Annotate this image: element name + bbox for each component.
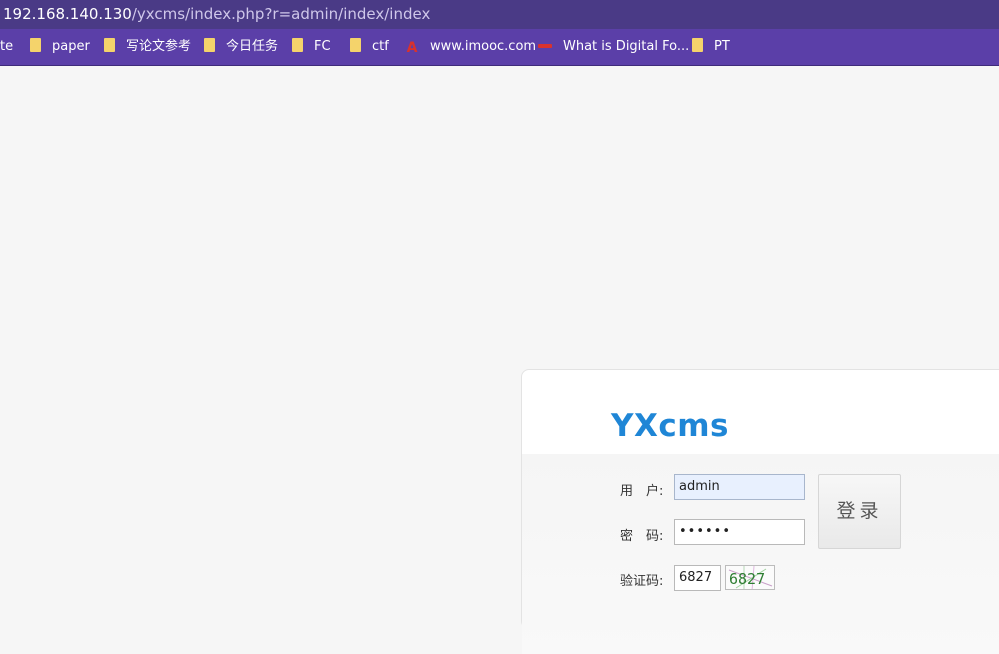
bookmark-today-tasks[interactable]: 今日任务: [204, 29, 278, 65]
captcha-image[interactable]: 6827: [725, 565, 775, 590]
bookmark-paper[interactable]: paper: [30, 29, 90, 65]
folder-icon: [692, 38, 703, 52]
bookmark-label: ctf: [372, 39, 389, 54]
url-path: /yxcms/index.php?r=admin/index/index: [131, 5, 431, 23]
bookmark-imooc[interactable]: Awww.imooc.com: [405, 29, 537, 65]
bookmark-writing-refs[interactable]: 写论文参考: [104, 29, 191, 65]
bookmark-label: PT: [714, 39, 730, 54]
username-label: 用 户:: [620, 484, 664, 499]
captcha-label: 验证码:: [620, 574, 664, 589]
folder-icon: [30, 38, 41, 52]
bookmark-label: www.imooc.com: [430, 39, 537, 54]
address-bar[interactable]: 192.168.140.130/yxcms/index.php?r=admin/…: [0, 0, 999, 29]
password-input[interactable]: ••••••: [674, 519, 805, 545]
bookmark-pt[interactable]: PT: [692, 29, 730, 65]
folder-icon: [204, 38, 215, 52]
bookmark-fc[interactable]: FC: [292, 29, 331, 65]
folder-icon: [104, 38, 115, 52]
bookmark-label: 写论文参考: [126, 39, 192, 54]
bookmarks-bar: te paper 写论文参考 今日任务 FC ctf Awww.imooc.co…: [0, 29, 999, 66]
bookmark-te[interactable]: te: [0, 29, 13, 65]
bookmark-label: FC: [314, 39, 331, 54]
login-button[interactable]: 登录: [818, 474, 901, 549]
site-icon: [538, 44, 552, 48]
yxcms-logo: YXcms: [611, 408, 729, 444]
password-label: 密 码:: [620, 529, 664, 544]
username-input[interactable]: admin: [674, 474, 805, 500]
captcha-input[interactable]: 6827: [674, 565, 721, 591]
url-host: 192.168.140.130: [3, 5, 132, 23]
captcha-graphic: 6827: [728, 566, 773, 589]
bookmark-label: te: [0, 39, 14, 54]
bookmark-ctf[interactable]: ctf: [350, 29, 389, 65]
folder-icon: [350, 38, 361, 52]
bookmark-digital-fo[interactable]: What is Digital Fo...: [538, 29, 689, 65]
folder-icon: [292, 38, 303, 52]
bookmark-label: 今日任务: [226, 39, 279, 54]
captcha-char: 6827: [729, 570, 765, 588]
imooc-icon: A: [406, 40, 418, 56]
bookmark-label: What is Digital Fo...: [563, 39, 690, 54]
bookmark-label: paper: [52, 39, 90, 54]
